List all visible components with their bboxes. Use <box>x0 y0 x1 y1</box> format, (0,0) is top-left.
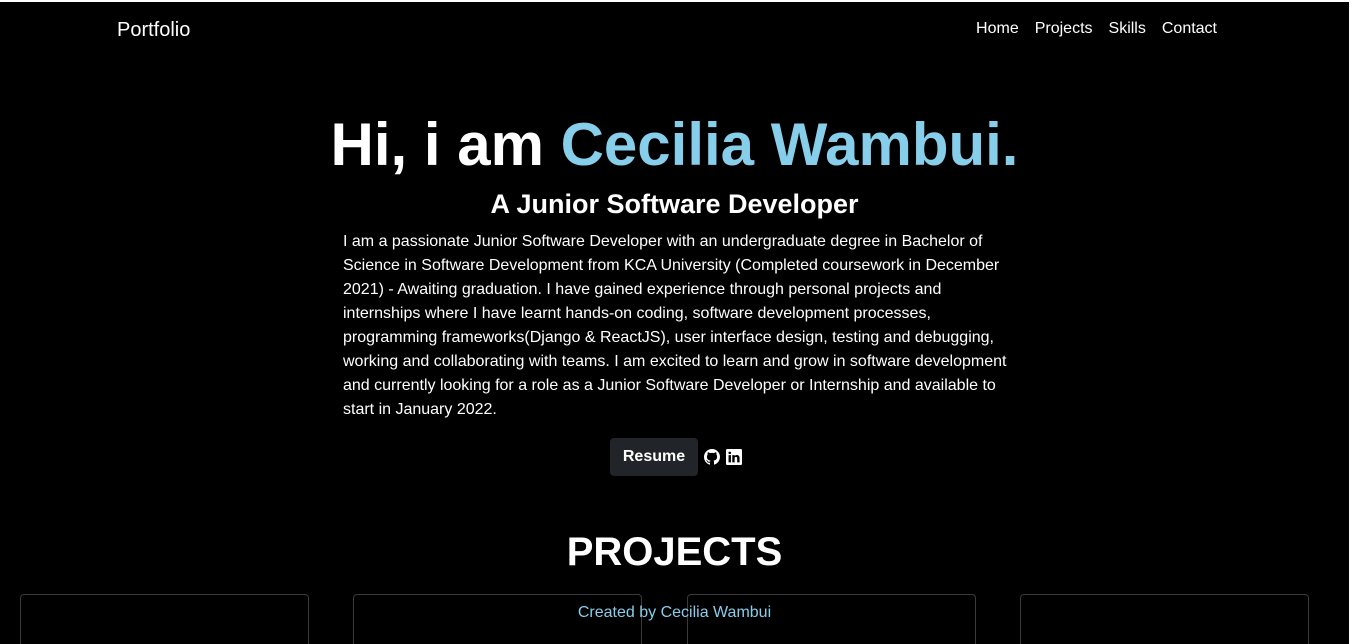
linkedin-link[interactable] <box>726 449 742 465</box>
hero-greeting: Hi, i am <box>330 111 561 178</box>
github-icon <box>704 449 720 465</box>
hero-title: Hi, i am Cecilia Wambui. <box>0 110 1349 180</box>
brand-link[interactable]: Portfolio <box>117 18 190 42</box>
hero-name: Cecilia Wambui. <box>560 111 1019 178</box>
linkedin-icon <box>726 449 742 465</box>
nav-link-home[interactable]: Home <box>968 19 1027 39</box>
nav-links: Home Projects Skills Contact <box>968 19 1225 39</box>
nav-link-projects[interactable]: Projects <box>1027 19 1101 39</box>
resume-button[interactable]: Resume <box>610 438 698 476</box>
hero-actions: Resume <box>610 438 742 476</box>
hero-subtitle: A Junior Software Developer <box>490 189 859 219</box>
bio-text: I am a passionate Junior Software Develo… <box>343 233 1007 418</box>
navbar: Portfolio Home Projects Skills Contact <box>0 2 1349 58</box>
nav-link-skills[interactable]: Skills <box>1101 19 1154 39</box>
page: Portfolio Home Projects Skills Contact H… <box>0 2 1349 644</box>
footer-credit: Created by Cecilia Wambui <box>577 604 772 621</box>
projects-heading: PROJECTS <box>566 530 783 574</box>
github-link[interactable] <box>704 449 720 465</box>
nav-link-contact[interactable]: Contact <box>1154 19 1225 39</box>
